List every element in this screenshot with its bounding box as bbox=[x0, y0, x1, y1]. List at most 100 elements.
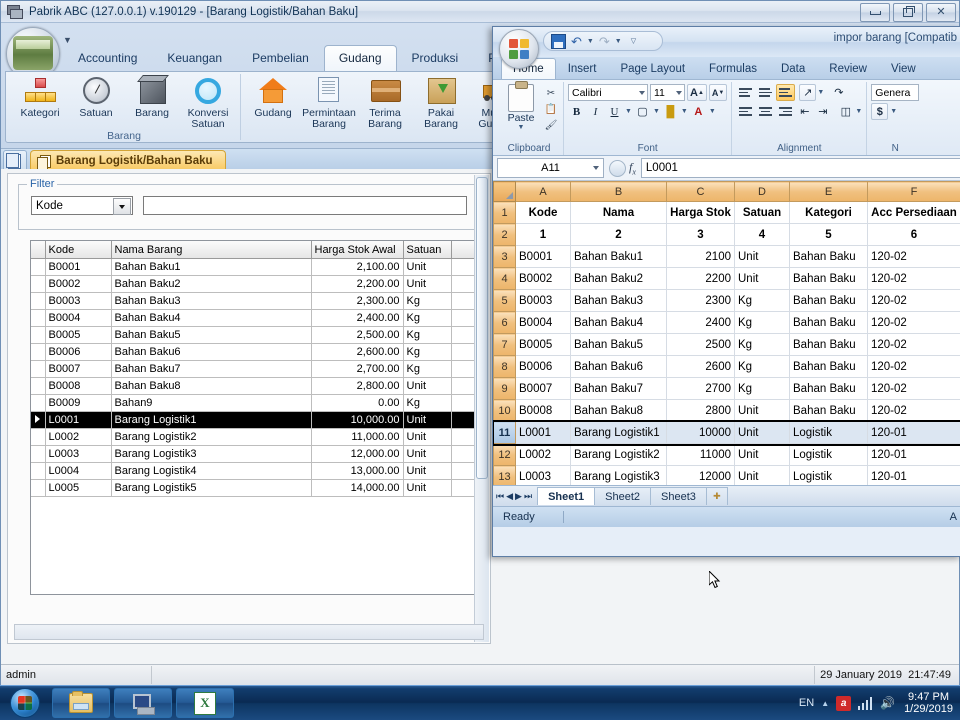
row-header[interactable]: 10 bbox=[493, 399, 516, 422]
italic-button[interactable]: I bbox=[587, 103, 604, 120]
font-name-select[interactable]: Calibri bbox=[568, 84, 648, 101]
cut-icon[interactable]: ✂ bbox=[543, 86, 559, 100]
cell-harga-stok-awal[interactable]: 2,300.00 bbox=[311, 292, 404, 310]
cell-nama-barang[interactable]: Barang Logistik2 bbox=[111, 428, 312, 446]
cell-d[interactable]: Unit bbox=[734, 245, 790, 268]
cell-satuan[interactable]: Unit bbox=[403, 462, 452, 480]
cell-c[interactable]: 2600 bbox=[666, 355, 735, 378]
document-list-icon[interactable] bbox=[3, 150, 27, 171]
cell-nama-barang[interactable]: Bahan Baku4 bbox=[111, 309, 312, 327]
ribbon-button-terima-barang[interactable]: Terima Barang bbox=[357, 75, 413, 130]
chevron-down-icon[interactable] bbox=[113, 198, 131, 215]
cell-b[interactable]: Bahan Baku8 bbox=[570, 399, 667, 422]
increase-indent-icon[interactable]: ⇥ bbox=[814, 103, 831, 120]
redo-dropdown-icon[interactable]: ▼ bbox=[615, 38, 622, 45]
ribbon-button-gudang[interactable]: Gudang bbox=[245, 75, 301, 119]
cell-nama-barang[interactable]: Barang Logistik5 bbox=[111, 479, 312, 497]
sheet-tab-sheet3[interactable]: Sheet3 bbox=[650, 487, 707, 505]
table-row[interactable]: L0003 Barang Logistik3 12,000.00 Unit bbox=[31, 445, 479, 463]
cell-kode[interactable]: L0001 bbox=[45, 411, 112, 429]
underline-dropdown-icon[interactable]: ▼ bbox=[625, 108, 632, 115]
cell-satuan[interactable]: Unit bbox=[403, 479, 452, 497]
quick-access-dropdown-icon[interactable]: ▼ bbox=[63, 35, 72, 45]
tab-formulas[interactable]: Formulas bbox=[697, 58, 769, 79]
ribbon-tab-produksi[interactable]: Produksi bbox=[397, 45, 474, 71]
row-header[interactable]: 8 bbox=[493, 355, 516, 378]
excel-sheet-area[interactable]: A B C D E F 1 Kode Nama Harga Stok Satuan Kat… bbox=[493, 181, 960, 485]
cell-nama-barang[interactable]: Bahan Baku6 bbox=[111, 343, 312, 361]
cell-f[interactable]: 120-02 bbox=[867, 245, 960, 268]
cell-b[interactable]: Bahan Baku1 bbox=[570, 245, 667, 268]
antivirus-icon[interactable]: a bbox=[836, 695, 852, 711]
cell-nama-barang[interactable]: Barang Logistik4 bbox=[111, 462, 312, 480]
network-icon[interactable] bbox=[858, 696, 873, 710]
panel-vertical-scrollbar[interactable] bbox=[474, 175, 489, 642]
cell-e[interactable]: Bahan Baku bbox=[789, 267, 868, 290]
tab-page-layout[interactable]: Page Layout bbox=[608, 58, 697, 79]
cell-f[interactable]: 120-01 bbox=[867, 421, 960, 444]
row-header[interactable]: 4 bbox=[493, 267, 516, 290]
merge-dropdown-icon[interactable]: ▼ bbox=[855, 108, 862, 115]
cell-kode[interactable]: B0008 bbox=[45, 377, 112, 395]
ribbon-button-pakai-barang[interactable]: Pakai Barang bbox=[413, 75, 469, 130]
cell-kode[interactable]: B0009 bbox=[45, 394, 112, 412]
chevron-down-icon[interactable] bbox=[593, 166, 599, 170]
font-color-icon[interactable]: A bbox=[690, 103, 707, 120]
ribbon-tab-keuangan[interactable]: Keuangan bbox=[152, 45, 237, 71]
row-header[interactable]: 5 bbox=[493, 289, 516, 312]
cell-c[interactable]: 2200 bbox=[666, 267, 735, 290]
cell-harga-stok-awal[interactable]: 2,600.00 bbox=[311, 343, 404, 361]
language-indicator[interactable]: EN bbox=[799, 697, 814, 709]
tab-view[interactable]: View bbox=[879, 58, 928, 79]
underline-button[interactable]: U bbox=[606, 103, 623, 120]
cell-c[interactable]: 3 bbox=[666, 223, 735, 246]
decrease-indent-icon[interactable]: ⇤ bbox=[796, 103, 813, 120]
fill-color-dropdown-icon[interactable]: ▼ bbox=[681, 108, 688, 115]
cell-satuan[interactable]: Unit bbox=[403, 377, 452, 395]
cell-d[interactable]: Unit bbox=[734, 267, 790, 290]
document-tab-barang-logistik[interactable]: Barang Logistik/Bahan Baku bbox=[30, 150, 226, 171]
cell-f[interactable]: 120-02 bbox=[867, 311, 960, 334]
cell-c[interactable]: 2400 bbox=[666, 311, 735, 334]
cell-a[interactable]: B0005 bbox=[515, 333, 571, 356]
cell-c[interactable]: 2500 bbox=[666, 333, 735, 356]
wrap-text-icon[interactable]: ↷ bbox=[830, 84, 847, 101]
restore-button[interactable] bbox=[893, 3, 923, 22]
sheet-tab-sheet1[interactable]: Sheet1 bbox=[537, 487, 596, 505]
row-header[interactable]: 13 bbox=[493, 465, 516, 485]
cell-kode[interactable]: B0005 bbox=[45, 326, 112, 344]
table-row[interactable]: L0005 Barang Logistik5 14,000.00 Unit bbox=[31, 479, 479, 497]
cell-a[interactable]: B0001 bbox=[515, 245, 571, 268]
cell-nama-barang[interactable]: Bahan Baku7 bbox=[111, 360, 312, 378]
cell-satuan[interactable]: Unit bbox=[403, 275, 452, 293]
cell-b[interactable]: Bahan Baku6 bbox=[570, 355, 667, 378]
minimize-button[interactable] bbox=[860, 3, 890, 22]
row-header[interactable]: 1 bbox=[493, 201, 516, 224]
grid-header-satuan[interactable]: Satuan bbox=[403, 241, 452, 259]
cell-nama-barang[interactable]: Bahan Baku1 bbox=[111, 258, 312, 276]
cell-b[interactable]: Barang Logistik3 bbox=[570, 465, 667, 485]
cell-f[interactable]: 6 bbox=[867, 223, 960, 246]
start-button[interactable] bbox=[2, 688, 48, 718]
cell-harga-stok-awal[interactable]: 13,000.00 bbox=[311, 462, 404, 480]
formula-input[interactable]: L0001 bbox=[640, 158, 960, 178]
cell-f[interactable]: 120-01 bbox=[867, 443, 960, 466]
cell-c[interactable]: Harga Stok bbox=[666, 201, 735, 224]
cell-d[interactable]: Unit bbox=[734, 465, 790, 485]
excel-row[interactable]: 4 B0002 Bahan Baku2 2200 Unit Bahan Baku 120-0… bbox=[493, 267, 960, 290]
ribbon-button-permintaan-barang[interactable]: Permintaan Barang bbox=[301, 75, 357, 130]
cell-nama-barang[interactable]: Bahan Baku5 bbox=[111, 326, 312, 344]
cell-c[interactable]: 2100 bbox=[666, 245, 735, 268]
row-header[interactable]: 9 bbox=[493, 377, 516, 400]
cell-b[interactable]: Barang Logistik2 bbox=[570, 443, 667, 466]
cell-d[interactable]: Unit bbox=[734, 443, 790, 466]
office-button[interactable] bbox=[499, 29, 539, 69]
tab-data[interactable]: Data bbox=[769, 58, 817, 79]
cell-c[interactable]: 11000 bbox=[666, 443, 735, 466]
column-header-e[interactable]: E bbox=[789, 181, 868, 202]
cell-satuan[interactable]: Kg bbox=[403, 360, 452, 378]
cell-nama-barang[interactable]: Bahan Baku8 bbox=[111, 377, 312, 395]
scrollbar-thumb[interactable] bbox=[476, 177, 488, 479]
cell-kode[interactable]: B0006 bbox=[45, 343, 112, 361]
table-row[interactable]: L0004 Barang Logistik4 13,000.00 Unit bbox=[31, 462, 479, 480]
